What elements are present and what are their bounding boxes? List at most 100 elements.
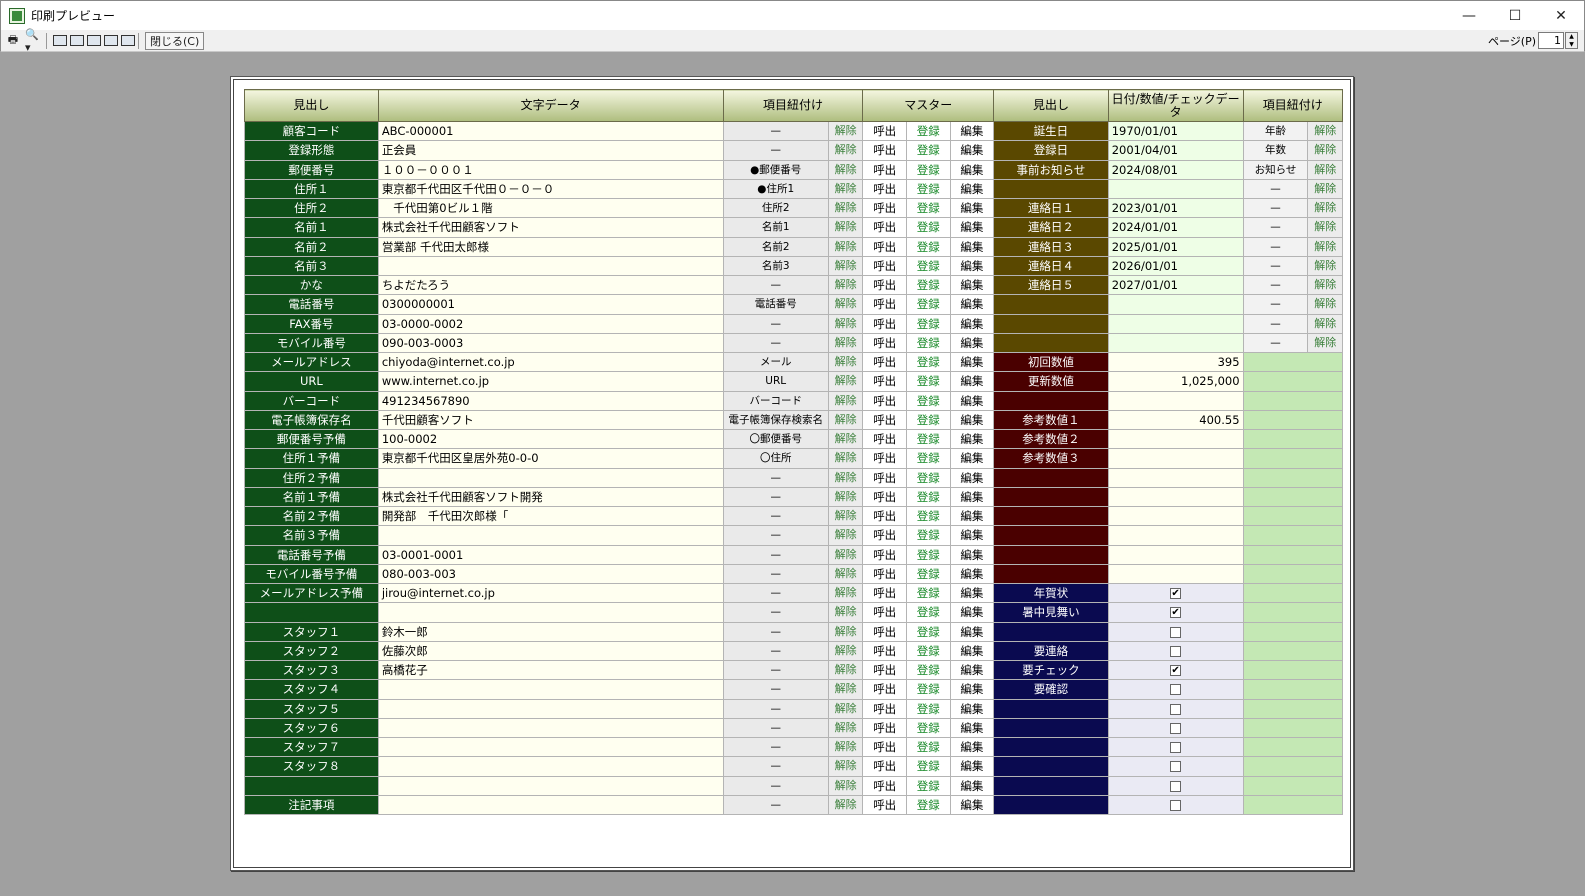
unlink-button[interactable]: 解除 xyxy=(827,409,864,431)
register-button[interactable]: 登録 xyxy=(905,775,951,796)
register-button[interactable]: 登録 xyxy=(905,563,951,585)
right-unlink-button[interactable]: 解除 xyxy=(1307,294,1343,315)
edit-button[interactable]: 編集 xyxy=(949,217,995,238)
text-data-field[interactable]: 正会員 xyxy=(377,140,724,161)
text-data-field[interactable]: 千代田第0ビル１階 xyxy=(377,197,724,219)
item-link-field[interactable]: — xyxy=(722,640,829,662)
call-button[interactable]: 呼出 xyxy=(862,120,907,142)
text-data-field[interactable] xyxy=(377,467,724,488)
close-window-button[interactable]: ✕ xyxy=(1538,1,1584,31)
call-button[interactable]: 呼出 xyxy=(862,255,907,277)
call-button[interactable]: 呼出 xyxy=(862,448,907,469)
text-data-field[interactable]: 100-0002 xyxy=(377,428,724,450)
register-button[interactable]: 登録 xyxy=(905,602,951,623)
text-data-field[interactable] xyxy=(377,756,724,777)
edit-button[interactable]: 編集 xyxy=(949,428,995,450)
text-data-field[interactable] xyxy=(377,736,724,758)
register-button[interactable]: 登録 xyxy=(905,371,951,392)
call-button[interactable]: 呼出 xyxy=(862,640,907,662)
call-button[interactable]: 呼出 xyxy=(862,313,907,334)
checkbox[interactable] xyxy=(1170,799,1182,811)
right-link-field[interactable]: — xyxy=(1242,274,1309,296)
check-cell[interactable] xyxy=(1107,775,1244,796)
unlink-button[interactable]: 解除 xyxy=(827,120,864,142)
checkbox[interactable] xyxy=(1170,742,1182,754)
item-link-field[interactable]: — xyxy=(722,736,829,758)
item-link-field[interactable]: メール xyxy=(722,351,829,373)
right-link-field[interactable]: 年齢 xyxy=(1242,120,1309,142)
unlink-button[interactable]: 解除 xyxy=(827,775,864,796)
text-data-field[interactable] xyxy=(377,525,724,546)
number-value[interactable] xyxy=(1107,448,1244,469)
register-button[interactable]: 登録 xyxy=(905,313,951,334)
check-cell[interactable] xyxy=(1107,736,1244,758)
page-number-input[interactable]: 1 xyxy=(1538,32,1564,49)
register-button[interactable]: 登録 xyxy=(905,794,951,816)
text-data-field[interactable]: 千代田顧客ソフト xyxy=(377,409,724,431)
edit-button[interactable]: 編集 xyxy=(949,486,995,508)
register-button[interactable]: 登録 xyxy=(905,679,951,700)
unlink-button[interactable]: 解除 xyxy=(827,159,864,180)
number-value[interactable]: 400.55 xyxy=(1107,409,1244,431)
right-unlink-button[interactable]: 解除 xyxy=(1307,197,1343,219)
item-link-field[interactable]: 名前2 xyxy=(722,236,829,257)
unlink-button[interactable]: 解除 xyxy=(827,698,864,719)
right-link-field[interactable]: — xyxy=(1242,255,1309,277)
checkbox[interactable] xyxy=(1170,703,1182,715)
item-link-field[interactable]: 電子帳簿保存検索名 xyxy=(722,409,829,431)
unlink-button[interactable]: 解除 xyxy=(827,717,864,739)
call-button[interactable]: 呼出 xyxy=(862,197,907,219)
call-button[interactable]: 呼出 xyxy=(862,679,907,700)
register-button[interactable]: 登録 xyxy=(905,236,951,257)
unlink-button[interactable]: 解除 xyxy=(827,659,864,681)
check-cell[interactable]: ✔ xyxy=(1107,582,1244,604)
text-data-field[interactable]: ちよだたろう xyxy=(377,274,724,296)
register-button[interactable]: 登録 xyxy=(905,505,951,527)
date-value[interactable] xyxy=(1107,178,1244,200)
unlink-button[interactable]: 解除 xyxy=(827,505,864,527)
call-button[interactable]: 呼出 xyxy=(862,525,907,546)
edit-button[interactable]: 編集 xyxy=(949,120,995,142)
unlink-button[interactable]: 解除 xyxy=(827,217,864,238)
item-link-field[interactable]: — xyxy=(722,775,829,796)
right-unlink-button[interactable]: 解除 xyxy=(1307,178,1343,200)
register-button[interactable]: 登録 xyxy=(905,582,951,604)
number-value[interactable] xyxy=(1107,390,1244,411)
unlink-button[interactable]: 解除 xyxy=(827,486,864,508)
text-data-field[interactable]: 高橋花子 xyxy=(377,659,724,681)
call-button[interactable]: 呼出 xyxy=(862,371,907,392)
register-button[interactable]: 登録 xyxy=(905,448,951,469)
item-link-field[interactable]: — xyxy=(722,486,829,508)
check-cell[interactable] xyxy=(1107,621,1244,642)
item-link-field[interactable]: — xyxy=(722,467,829,488)
edit-button[interactable]: 編集 xyxy=(949,371,995,392)
item-link-field[interactable]: — xyxy=(722,679,829,700)
check-cell[interactable] xyxy=(1107,640,1244,662)
item-link-field[interactable]: 名前1 xyxy=(722,217,829,238)
call-button[interactable]: 呼出 xyxy=(862,736,907,758)
unlink-button[interactable]: 解除 xyxy=(827,197,864,219)
unlink-button[interactable]: 解除 xyxy=(827,563,864,585)
call-button[interactable]: 呼出 xyxy=(862,467,907,488)
unlink-button[interactable]: 解除 xyxy=(827,467,864,488)
check-cell[interactable] xyxy=(1107,679,1244,700)
item-link-field[interactable]: — xyxy=(722,602,829,623)
text-data-field[interactable]: 佐藤次郎 xyxy=(377,640,724,662)
check-cell[interactable] xyxy=(1107,698,1244,719)
item-link-field[interactable]: — xyxy=(722,505,829,527)
register-button[interactable]: 登録 xyxy=(905,294,951,315)
unlink-button[interactable]: 解除 xyxy=(827,525,864,546)
right-unlink-button[interactable]: 解除 xyxy=(1307,236,1343,257)
item-link-field[interactable]: URL xyxy=(722,371,829,392)
unlink-button[interactable]: 解除 xyxy=(827,390,864,411)
number-value[interactable] xyxy=(1107,525,1244,546)
item-link-field[interactable]: — xyxy=(722,544,829,565)
item-link-field[interactable]: — xyxy=(722,582,829,604)
text-data-field[interactable]: 0300000001 xyxy=(377,294,724,315)
item-link-field[interactable]: — xyxy=(722,120,829,142)
edit-button[interactable]: 編集 xyxy=(949,794,995,816)
register-button[interactable]: 登録 xyxy=(905,756,951,777)
item-link-field[interactable]: — xyxy=(722,313,829,334)
call-button[interactable]: 呼出 xyxy=(862,351,907,373)
right-unlink-button[interactable]: 解除 xyxy=(1307,120,1343,142)
